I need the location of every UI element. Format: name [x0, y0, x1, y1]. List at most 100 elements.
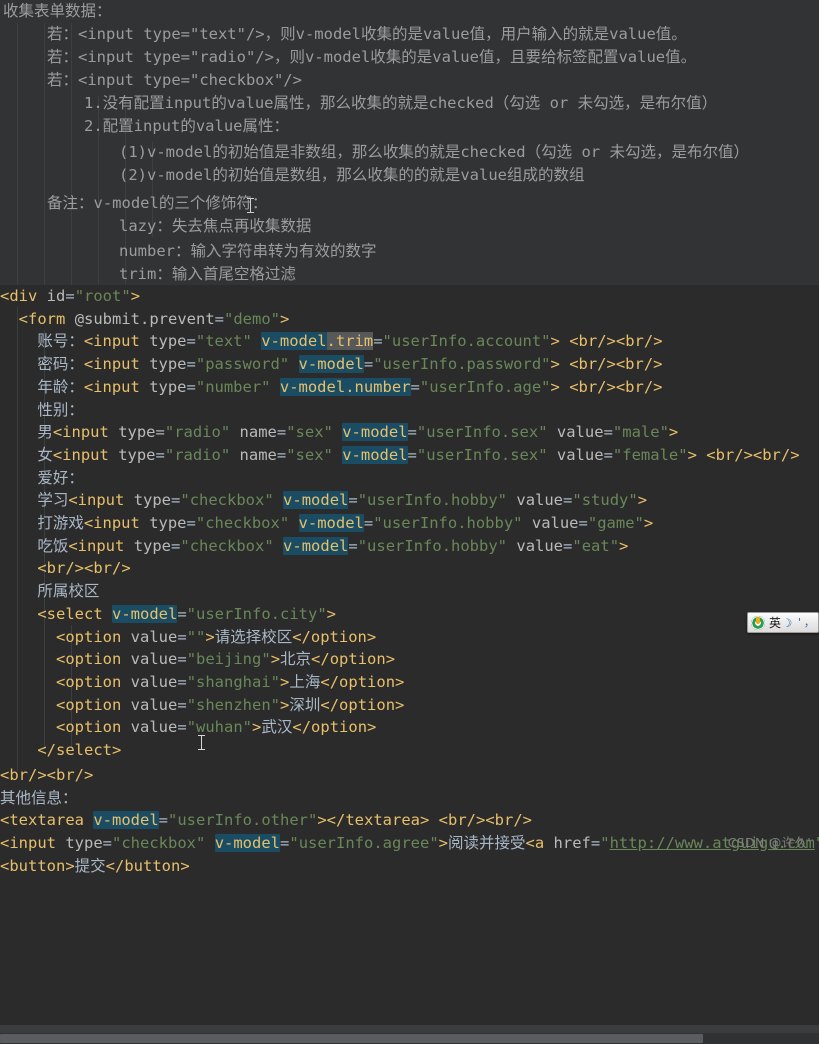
punctuation-icon[interactable]: '，: [796, 617, 816, 628]
code-line-br-1[interactable]: <br/><br/>: [0, 557, 819, 580]
code-line-password[interactable]: 密码：<input type="password" v-model="userI…: [0, 353, 819, 376]
tok-label: 女: [37, 445, 53, 464]
note-line-2: 2.配置input的value属性：: [84, 117, 289, 135]
note-line-lazy: lazy：失去焦点再收集数据: [119, 217, 312, 235]
code-line-option[interactable]: <option value="shanghai">上海</option>: [0, 671, 819, 694]
moon-icon[interactable]: ☽: [785, 617, 792, 629]
code-line-select-open[interactable]: <select v-model="userInfo.city">: [0, 603, 819, 626]
note-line-2-2: (2)v-model的初始值是数组，那么收集的的就是value组成的数组: [119, 166, 585, 184]
tok-tag: <form: [18, 309, 66, 328]
tok-modifier: .trim: [326, 332, 374, 351]
code-editor[interactable]: 收集表单数据： 若：<input type="text"/>，则v-model收…: [0, 0, 819, 1044]
horizontal-scrollbar[interactable]: [0, 1033, 819, 1044]
tok-tag: <input: [52, 445, 109, 464]
tok-attr-type: type: [149, 355, 187, 374]
tok-attr-type: type: [149, 377, 187, 396]
text-caret: [198, 735, 205, 750]
code-line-hobby-label[interactable]: 爱好：: [0, 467, 819, 490]
code-line-option[interactable]: <option value="">请选择校区</option>: [0, 626, 819, 649]
code-line-age[interactable]: 年龄：<input type="number" v-model.number="…: [0, 376, 819, 399]
note-line-remark: 备注：v-model的三个修饰符：: [47, 194, 268, 212]
code-line-option[interactable]: <option value="shenzhen">深圳</option>: [0, 694, 819, 717]
tok-tag: <div: [0, 287, 38, 305]
tok-vmodel: v-model: [214, 834, 281, 853]
code-line-div-root[interactable]: <div id="root">: [0, 285, 819, 308]
tok-tag: <select: [37, 604, 103, 623]
tok-tag: <input: [83, 332, 140, 351]
tok-option-value: "shenzhen": [186, 695, 281, 714]
code-line-form-open[interactable]: <form @submit.prevent="demo">: [0, 308, 819, 331]
tok-binding: "userInfo.hobby": [357, 491, 508, 510]
note-line-text: 若：<input type="text"/>，则v-model收集的是value…: [47, 25, 687, 43]
code-line-select-close[interactable]: </select>: [0, 739, 819, 762]
code-line-option[interactable]: <option value="wuhan">武汉</option>: [0, 716, 819, 739]
tok-value: "female": [612, 445, 688, 464]
tok-tag: <textarea: [0, 811, 84, 830]
tok-label: 爱好：: [37, 468, 84, 487]
tok-value: "demo": [224, 309, 281, 328]
tok-tag: <input: [83, 377, 140, 396]
tok-tag: <input: [83, 355, 140, 374]
note-line-1: 1.没有配置input的value属性，那么收集的就是checked（勾选 or…: [84, 94, 718, 112]
tok-option-text: 武汉: [261, 718, 293, 737]
tok-br: <br/><br/>: [429, 811, 532, 830]
code-line-agree[interactable]: <input type="checkbox" v-model="userInfo…: [0, 832, 819, 855]
code-line-button[interactable]: <button>提交</button>: [0, 855, 819, 878]
tok-button-open: <button>: [0, 856, 75, 875]
code-line-hobby-game[interactable]: 打游戏<input type="checkbox" v-model="userI…: [0, 512, 819, 535]
sogou-ime-toolbar[interactable]: 英 ☽ '，: [747, 612, 819, 633]
tok-binding: "userInfo.city": [186, 604, 327, 623]
code-line-option[interactable]: <option value="beijing">北京</option>: [0, 648, 819, 671]
code-line-sex-male[interactable]: 男<input type="radio" name="sex" v-model=…: [0, 421, 819, 444]
tok-label: 所属校区: [37, 582, 100, 601]
tok-type-value: "password": [195, 355, 290, 374]
note-line-number: number：输入字符串转为有效的数字: [119, 242, 377, 260]
tok-close: >: [687, 445, 697, 464]
tok-br: <br/><br/>: [0, 766, 94, 784]
tok-attr: @submit.prevent: [74, 309, 215, 328]
code-line-hobby-study[interactable]: 学习<input type="checkbox" v-model="userIn…: [0, 489, 819, 512]
tok-close: >: [438, 834, 449, 853]
code-line-account[interactable]: 账号：<input type="text" v-model.trim="user…: [0, 330, 819, 353]
tok-vmodel: v-model: [112, 604, 178, 623]
tok-type-value: "checkbox": [180, 491, 274, 510]
code-line-br-2[interactable]: <br/><br/>: [0, 764, 819, 787]
tok-eq: =: [214, 309, 225, 328]
tok-close: >: [550, 355, 560, 374]
tok-type-value: "number": [195, 377, 271, 396]
code-line-sex-female[interactable]: 女<input type="radio" name="sex" v-model=…: [0, 444, 819, 467]
code-line-city-label[interactable]: 所属校区: [0, 580, 819, 603]
ime-mode-label[interactable]: 英: [769, 617, 781, 629]
code-line-sex-label[interactable]: 性别：: [0, 399, 819, 422]
tok-binding: "userInfo.hobby": [373, 514, 523, 532]
tok-vmodel: v-model: [342, 423, 408, 442]
tok-binding: "userInfo.password": [373, 355, 551, 374]
tok-option-value: "beijing": [186, 650, 271, 669]
tok-type-value: "radio": [164, 445, 231, 464]
scrollbar-thumb[interactable]: [0, 1034, 703, 1043]
tok-option-text: 北京: [280, 650, 312, 669]
tok-label: 打游戏: [37, 514, 84, 532]
tok-binding: "userInfo.age": [419, 377, 551, 396]
html-code-block[interactable]: <div id="root"> <form @submit.prevent="d…: [0, 285, 819, 1044]
tok-end: </textarea>: [326, 811, 430, 830]
tok-br: <br/><br/>: [559, 355, 663, 374]
tok-binding: "userInfo.sex": [416, 423, 548, 442]
tok-option-text: 请选择校区: [214, 627, 293, 646]
tok-close: >: [317, 811, 327, 830]
tok-attr: id: [46, 287, 66, 305]
note-line-title: 收集表单数据：: [3, 2, 112, 20]
tok-value: "male": [612, 423, 669, 442]
sogou-logo-icon[interactable]: [751, 615, 765, 630]
code-line-hobby-eat[interactable]: 吃饭<input type="checkbox" v-model="userIn…: [0, 535, 819, 558]
tok-close: >: [280, 309, 290, 328]
text-caret: [247, 198, 254, 213]
tok-label: 吃饭: [37, 536, 69, 555]
tok-vmodel: v-model: [298, 514, 364, 532]
code-line-other-label[interactable]: 其他信息：: [0, 787, 819, 810]
tok-name-value: "sex": [286, 423, 333, 442]
tok-option-value: "wuhan": [186, 718, 253, 737]
code-line-textarea[interactable]: <textarea v-model="userInfo.other"></tex…: [0, 809, 819, 832]
tok-tag: </select>: [37, 741, 122, 759]
tok-value: "game": [587, 514, 644, 532]
